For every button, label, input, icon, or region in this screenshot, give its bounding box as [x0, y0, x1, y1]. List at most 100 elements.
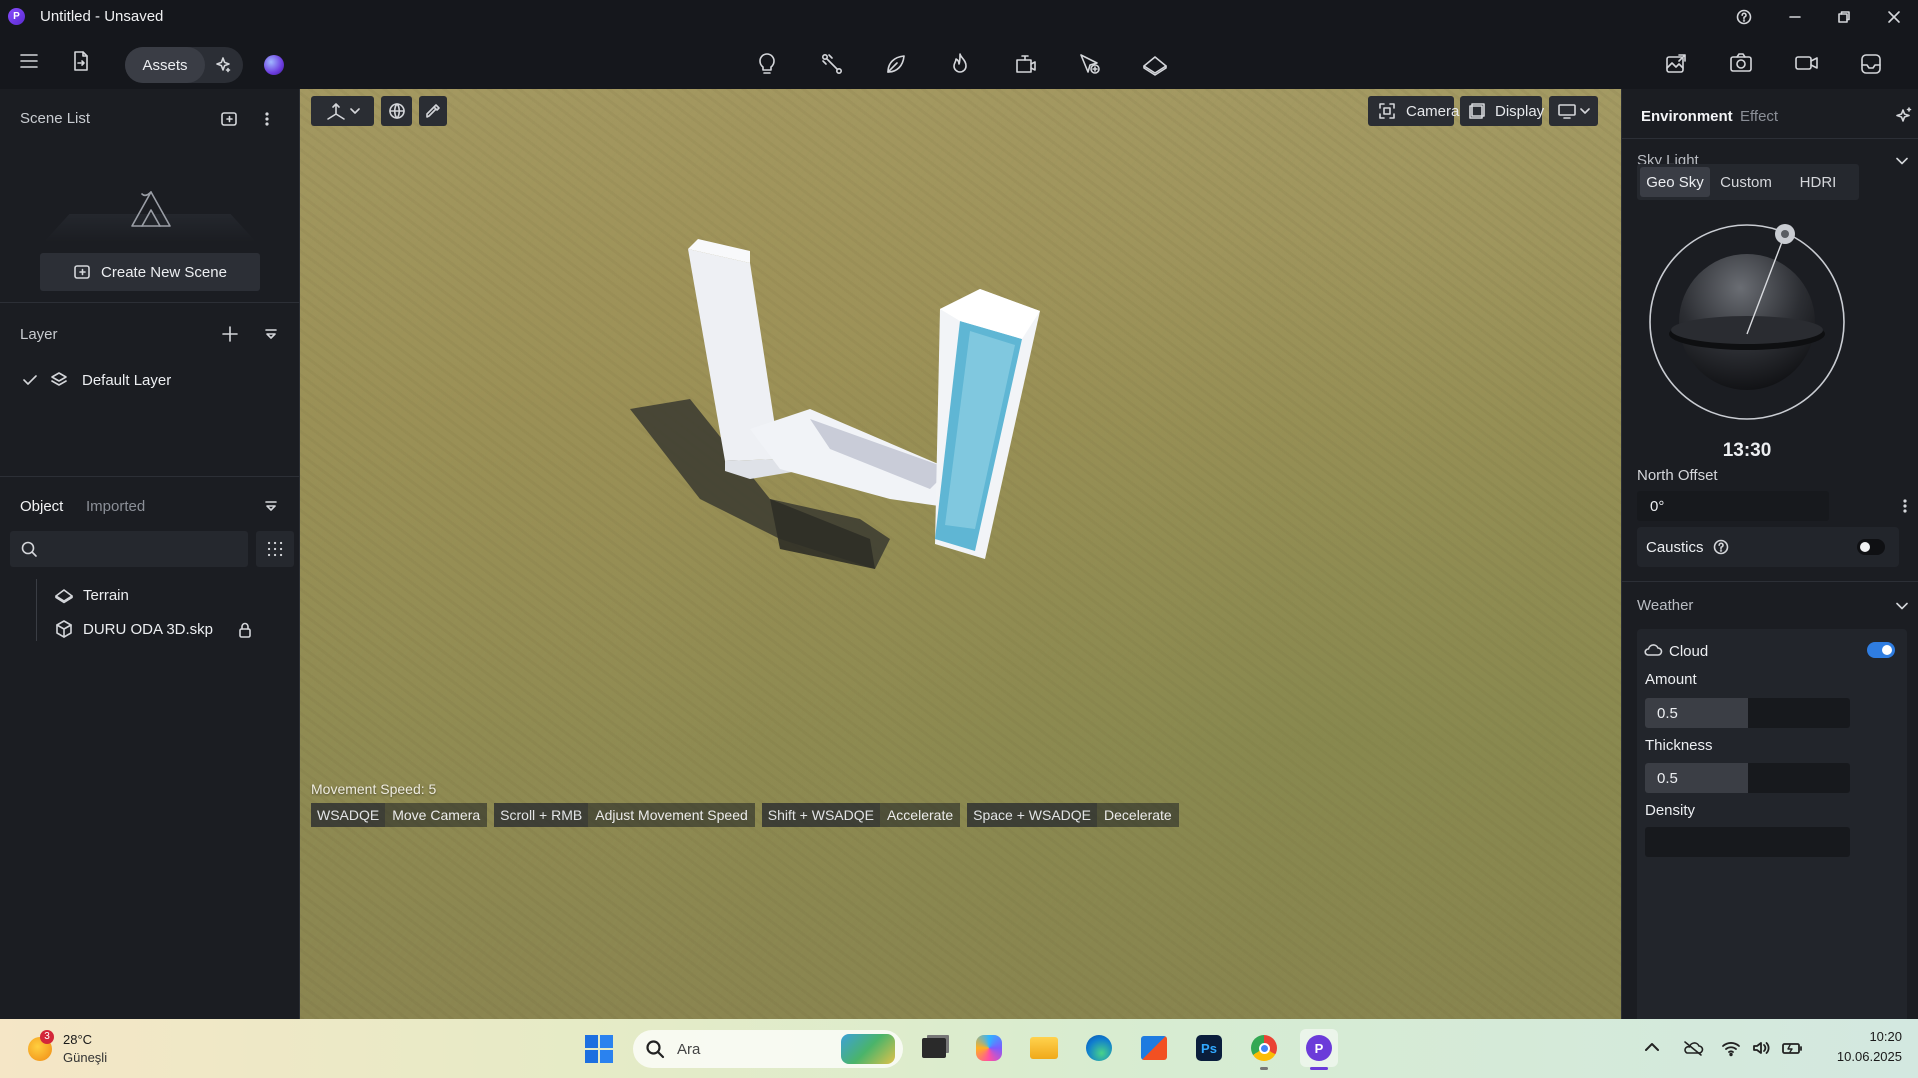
globe-button[interactable]	[381, 96, 412, 126]
caustics-label: Caustics	[1646, 538, 1704, 556]
divider	[0, 476, 300, 477]
more-vertical-icon[interactable]	[264, 111, 270, 127]
light-bulb-icon[interactable]	[756, 52, 778, 76]
check-icon[interactable]	[22, 372, 38, 388]
export-image-icon[interactable]	[1664, 52, 1688, 76]
animation-icon[interactable]	[1014, 52, 1038, 76]
mode-hdri[interactable]: HDRI	[1782, 167, 1854, 197]
clock-time[interactable]: 10:20	[1820, 1029, 1902, 1044]
video-icon[interactable]	[1794, 52, 1820, 74]
chevron-up-icon[interactable]	[1644, 1041, 1660, 1053]
density-label: Density	[1645, 802, 1696, 819]
search-highlight-image	[841, 1034, 895, 1064]
wifi-icon[interactable]	[1721, 1039, 1741, 1057]
start-icon[interactable]	[585, 1035, 613, 1063]
chevron-down-icon[interactable]	[1896, 157, 1908, 165]
volume-icon[interactable]	[1751, 1039, 1771, 1057]
camera-button[interactable]: Camera	[1368, 96, 1459, 126]
tab-imported[interactable]: Imported	[86, 498, 145, 515]
list-item[interactable]: Terrain	[54, 586, 129, 604]
close-icon[interactable]	[1886, 9, 1902, 25]
hint-move-camera: WSADQE Move Camera	[311, 803, 488, 827]
path-tool-icon[interactable]	[820, 52, 844, 76]
tab-environment[interactable]: Environment	[1641, 108, 1733, 125]
lock-icon[interactable]	[237, 621, 253, 639]
search-icon	[20, 540, 38, 558]
chevron-down-icon	[350, 107, 360, 115]
amount-value: 0.5	[1657, 705, 1678, 722]
search-icon	[645, 1039, 665, 1059]
3d-viewport[interactable]: Camera Display Movement Speed: 5 WSADQE …	[300, 89, 1621, 1019]
empty-scene-illustration	[44, 184, 256, 244]
view-options-button[interactable]	[1549, 96, 1598, 126]
more-vertical-icon[interactable]	[1902, 498, 1908, 514]
menu-icon[interactable]	[19, 52, 39, 70]
add-scene-icon[interactable]	[220, 111, 238, 127]
caustics-toggle[interactable]	[1857, 539, 1885, 555]
assets-label: Assets	[142, 56, 188, 74]
select-add-icon[interactable]	[1078, 52, 1102, 76]
display-button[interactable]: Display	[1460, 96, 1544, 126]
eyedropper-button[interactable]	[419, 96, 447, 126]
mode-geo-sky[interactable]: Geo Sky	[1640, 167, 1710, 197]
sun-handle-core	[1781, 230, 1789, 238]
file-explorer-icon[interactable]	[1025, 1029, 1063, 1067]
cube-icon	[54, 619, 74, 639]
task-view-icon[interactable]	[915, 1029, 953, 1067]
ai-sparkle-icon[interactable]	[1895, 107, 1913, 125]
filter-dropdown-icon[interactable]	[264, 500, 278, 512]
clock-date[interactable]: 10.06.2025	[1806, 1049, 1902, 1064]
tab-effect[interactable]: Effect	[1740, 108, 1778, 125]
cloud-toggle[interactable]	[1867, 642, 1895, 658]
density-slider[interactable]	[1645, 827, 1850, 857]
store-icon[interactable]	[1135, 1029, 1173, 1067]
help-icon[interactable]	[1713, 539, 1729, 555]
restore-icon[interactable]	[1836, 9, 1852, 25]
leaf-icon[interactable]	[884, 52, 908, 76]
grid-view-button[interactable]	[256, 531, 294, 567]
photoshop-icon[interactable]: Ps	[1190, 1029, 1228, 1067]
weather-widget[interactable]: 3 28°C Güneşli	[24, 1029, 134, 1069]
filter-dropdown-icon[interactable]	[264, 328, 278, 340]
thickness-slider[interactable]: 0.5	[1645, 763, 1850, 793]
onedrive-icon[interactable]	[1682, 1039, 1704, 1057]
chrome-icon[interactable]	[1245, 1029, 1283, 1070]
edge-icon[interactable]	[1080, 1029, 1118, 1067]
minimize-icon[interactable]	[1787, 9, 1803, 25]
amount-slider[interactable]: 0.5	[1645, 698, 1850, 728]
window-title: Untitled - Unsaved	[40, 8, 164, 25]
add-layer-icon[interactable]	[221, 325, 239, 343]
tab-object[interactable]: Object	[20, 498, 63, 515]
inbox-icon[interactable]	[1859, 52, 1883, 76]
color-orb-icon[interactable]	[264, 55, 284, 75]
taskbar-search[interactable]: Ara	[633, 1030, 903, 1068]
file-sync-icon[interactable]	[71, 50, 91, 72]
north-offset-input[interactable]: 0°	[1637, 491, 1829, 521]
list-item[interactable]: DURU ODA 3D.skp	[54, 619, 213, 639]
d5-render-icon[interactable]: P	[1300, 1029, 1338, 1070]
mode-custom[interactable]: Custom	[1710, 167, 1782, 197]
copilot-icon[interactable]	[970, 1029, 1008, 1067]
transform-gizmo-button[interactable]	[311, 96, 374, 126]
camera-icon[interactable]	[1729, 52, 1753, 74]
create-new-scene-button[interactable]: Create New Scene	[40, 253, 260, 291]
north-offset-value: 0°	[1650, 497, 1665, 515]
hint-action: Move Camera	[385, 803, 488, 827]
ai-sparkle-icon[interactable]	[214, 56, 232, 74]
layers-icon	[50, 371, 68, 389]
assets-button[interactable]: Assets	[125, 47, 205, 83]
object-item-label: DURU ODA 3D.skp	[83, 620, 214, 638]
battery-icon[interactable]	[1781, 1040, 1803, 1056]
chevron-down-icon[interactable]	[1896, 602, 1908, 610]
weather-desc: Güneşli	[63, 1050, 108, 1065]
terrain-tool-icon[interactable]	[1142, 52, 1168, 76]
fire-icon[interactable]	[949, 52, 971, 76]
globe-icon	[388, 102, 406, 120]
left-panel: Scene List Create New Scene Layer Defaul…	[0, 89, 300, 1019]
help-icon[interactable]	[1736, 9, 1752, 25]
scene-list-title: Scene List	[20, 110, 91, 127]
object-search-input[interactable]	[10, 531, 248, 567]
sun-position-dial[interactable]	[1647, 222, 1847, 422]
layer-item[interactable]: Default Layer	[22, 371, 171, 389]
thickness-label: Thickness	[1645, 737, 1713, 754]
